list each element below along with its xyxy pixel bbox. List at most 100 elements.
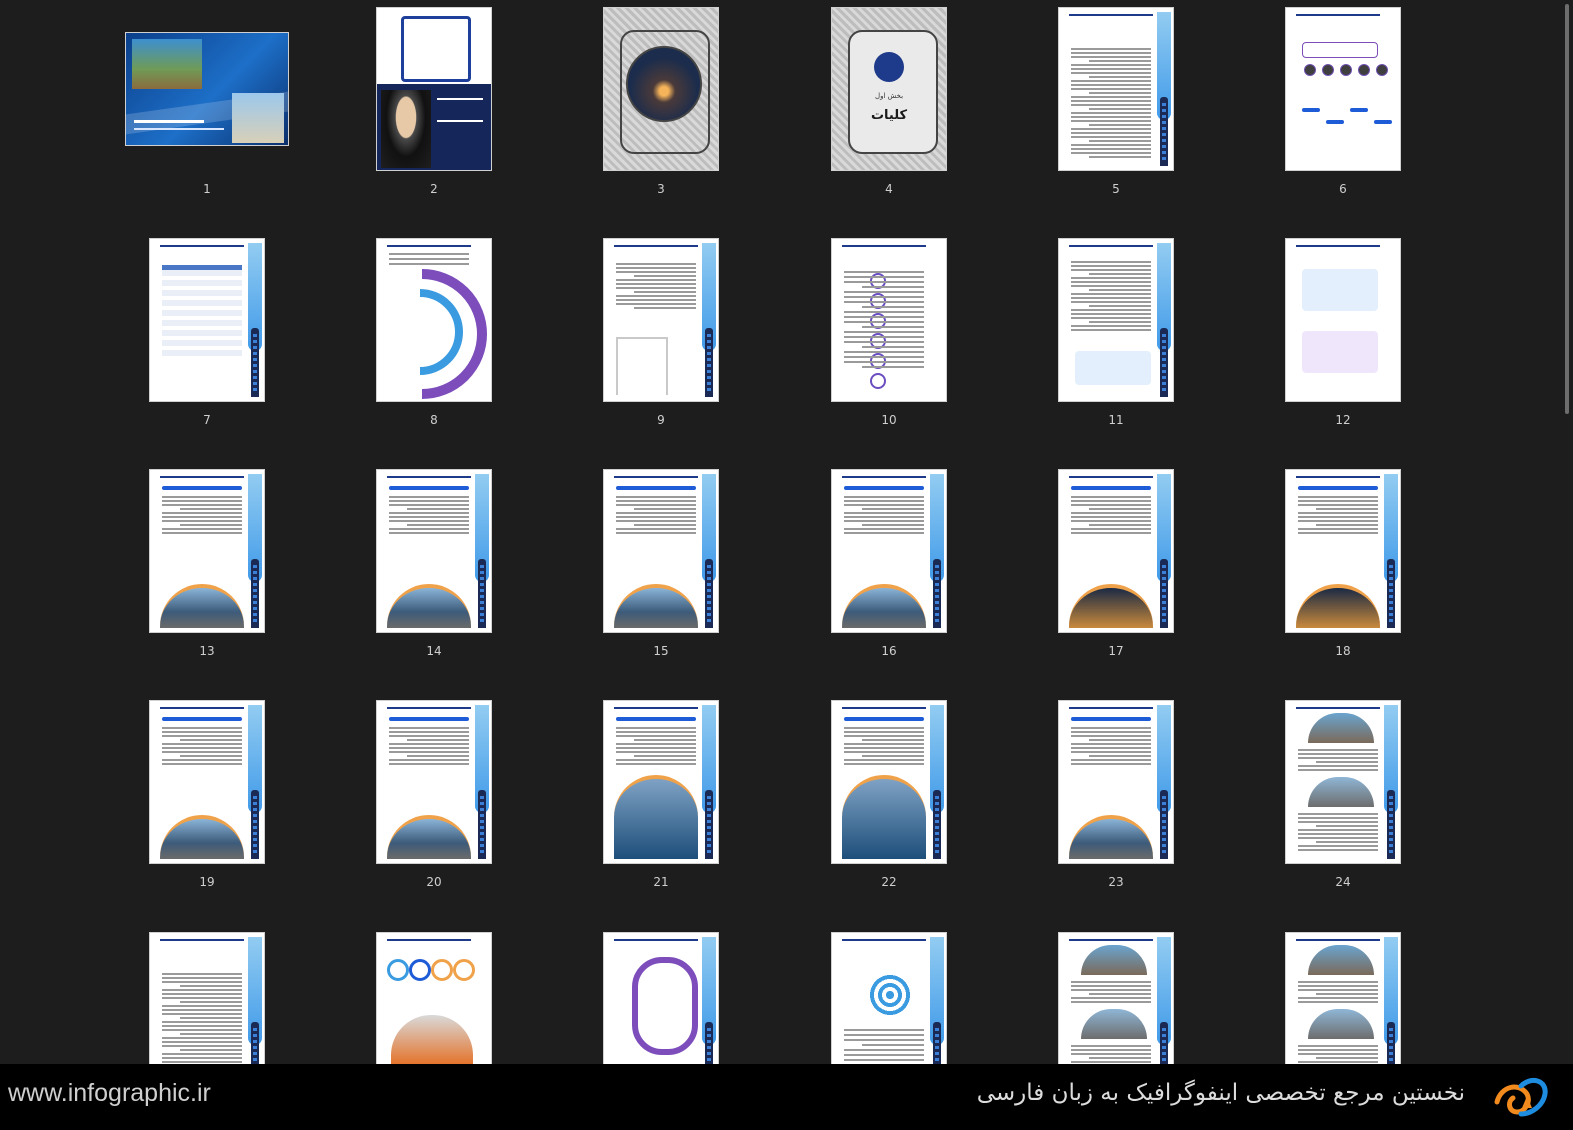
page-thumbnail[interactable]: بخش اول کلیات [831, 7, 947, 171]
page-thumbnail[interactable] [1058, 932, 1174, 1064]
text-line [634, 524, 696, 526]
page-thumbnail[interactable] [603, 238, 719, 402]
page-thumbnail[interactable] [1058, 238, 1174, 402]
page-thumbnail[interactable] [1058, 7, 1174, 171]
text-line [1298, 985, 1378, 987]
page-thumbnail[interactable] [831, 469, 947, 633]
text-line [1071, 136, 1151, 138]
text-line [407, 508, 469, 510]
decor-pen-sidebar [1384, 937, 1398, 1064]
section-tag [389, 486, 469, 490]
scrollbar-thumb[interactable] [1565, 4, 1569, 414]
page-thumbnail[interactable] [376, 932, 492, 1064]
page-number-label: 3 [657, 182, 665, 196]
page-number-label: 9 [657, 413, 665, 427]
text-line [1071, 520, 1151, 522]
section-tag [1298, 486, 1378, 490]
page-header-line [1069, 939, 1153, 941]
text-line [389, 735, 469, 737]
photo-arc-top [1308, 713, 1374, 743]
vertical-scrollbar[interactable] [1563, 0, 1571, 1064]
text-line [844, 735, 924, 737]
section-title: کلیات [870, 108, 908, 123]
page-thumbnail[interactable] [603, 7, 719, 171]
text-line [862, 524, 924, 526]
text-line [1071, 743, 1151, 745]
page-thumbnail[interactable] [376, 238, 492, 402]
photo-arc [387, 815, 471, 859]
page-thumbnail[interactable] [1058, 700, 1174, 864]
text-line [162, 1057, 242, 1059]
text-line [844, 1029, 924, 1031]
text-line [1071, 512, 1151, 514]
page-thumbnail[interactable] [1285, 469, 1401, 633]
page-header-line [1069, 707, 1153, 709]
page-thumbnail[interactable] [1285, 238, 1401, 402]
text-line [1071, 747, 1151, 749]
text-line [1298, 821, 1378, 823]
photo-arc-top [1308, 945, 1374, 975]
page-thumbnail[interactable] [149, 238, 265, 402]
page-thumbnail[interactable] [149, 700, 265, 864]
text-line [1071, 997, 1151, 999]
text-line [1071, 751, 1151, 753]
decor-pen [478, 558, 486, 628]
text-line [1316, 1057, 1378, 1059]
text-line [844, 316, 924, 318]
text-line [616, 751, 696, 753]
page-thumbnail[interactable] [376, 469, 492, 633]
page-thumbnail[interactable] [831, 932, 947, 1064]
page-thumbnail[interactable] [1285, 700, 1401, 864]
text-line [1071, 1045, 1151, 1047]
text-line [616, 520, 696, 522]
page-thumbnail[interactable] [149, 469, 265, 633]
text-line [1298, 813, 1378, 815]
decor-pen [1387, 558, 1395, 628]
page-number-label: 17 [1108, 644, 1124, 658]
page-number-label: 8 [430, 413, 438, 427]
text-line [162, 512, 242, 514]
page-thumbnail[interactable] [149, 932, 265, 1064]
text-line [162, 516, 242, 518]
text-line [162, 528, 242, 530]
page-header-line [1296, 14, 1380, 16]
feature-icon [409, 959, 431, 981]
text-line [1071, 1049, 1151, 1051]
page-thumbnail[interactable] [603, 469, 719, 633]
text-line [844, 356, 924, 358]
page-number-label: 11 [1108, 413, 1124, 427]
text-line [389, 500, 469, 502]
page-number-label: 20 [426, 875, 442, 889]
page-thumbnail[interactable] [1058, 469, 1174, 633]
portrait-panel [377, 84, 491, 170]
decor-pen [251, 789, 259, 859]
page-thumbnail[interactable] [603, 932, 719, 1064]
text-line [389, 743, 469, 745]
page-thumbnail[interactable] [603, 700, 719, 864]
org-photo [1358, 64, 1370, 76]
cover-rig-photo [232, 93, 284, 143]
text-line [1298, 516, 1378, 518]
page-thumbnail[interactable] [831, 700, 947, 864]
text-line [1071, 277, 1151, 279]
text-line [1071, 1053, 1151, 1055]
text-line [1071, 735, 1151, 737]
page-thumbnail[interactable] [1285, 932, 1401, 1064]
page-thumbnail[interactable] [831, 238, 947, 402]
text-line [407, 739, 469, 741]
page-thumbnail[interactable] [125, 32, 289, 146]
page-thumbnail[interactable] [1285, 7, 1401, 171]
text-line [616, 747, 696, 749]
text-line [180, 1001, 242, 1003]
decor-pen-sidebar [248, 705, 262, 859]
page-thumbnail[interactable] [376, 700, 492, 864]
page-header-line [160, 707, 244, 709]
page-number-label: 15 [653, 644, 669, 658]
page-header-line [842, 939, 926, 941]
decor-pen-sidebar [1157, 937, 1171, 1064]
page-number-label: 4 [885, 182, 893, 196]
text-line [389, 759, 469, 761]
decor-pen [1160, 96, 1168, 166]
org-title-box [1302, 42, 1378, 58]
page-thumbnail[interactable] [376, 7, 492, 171]
